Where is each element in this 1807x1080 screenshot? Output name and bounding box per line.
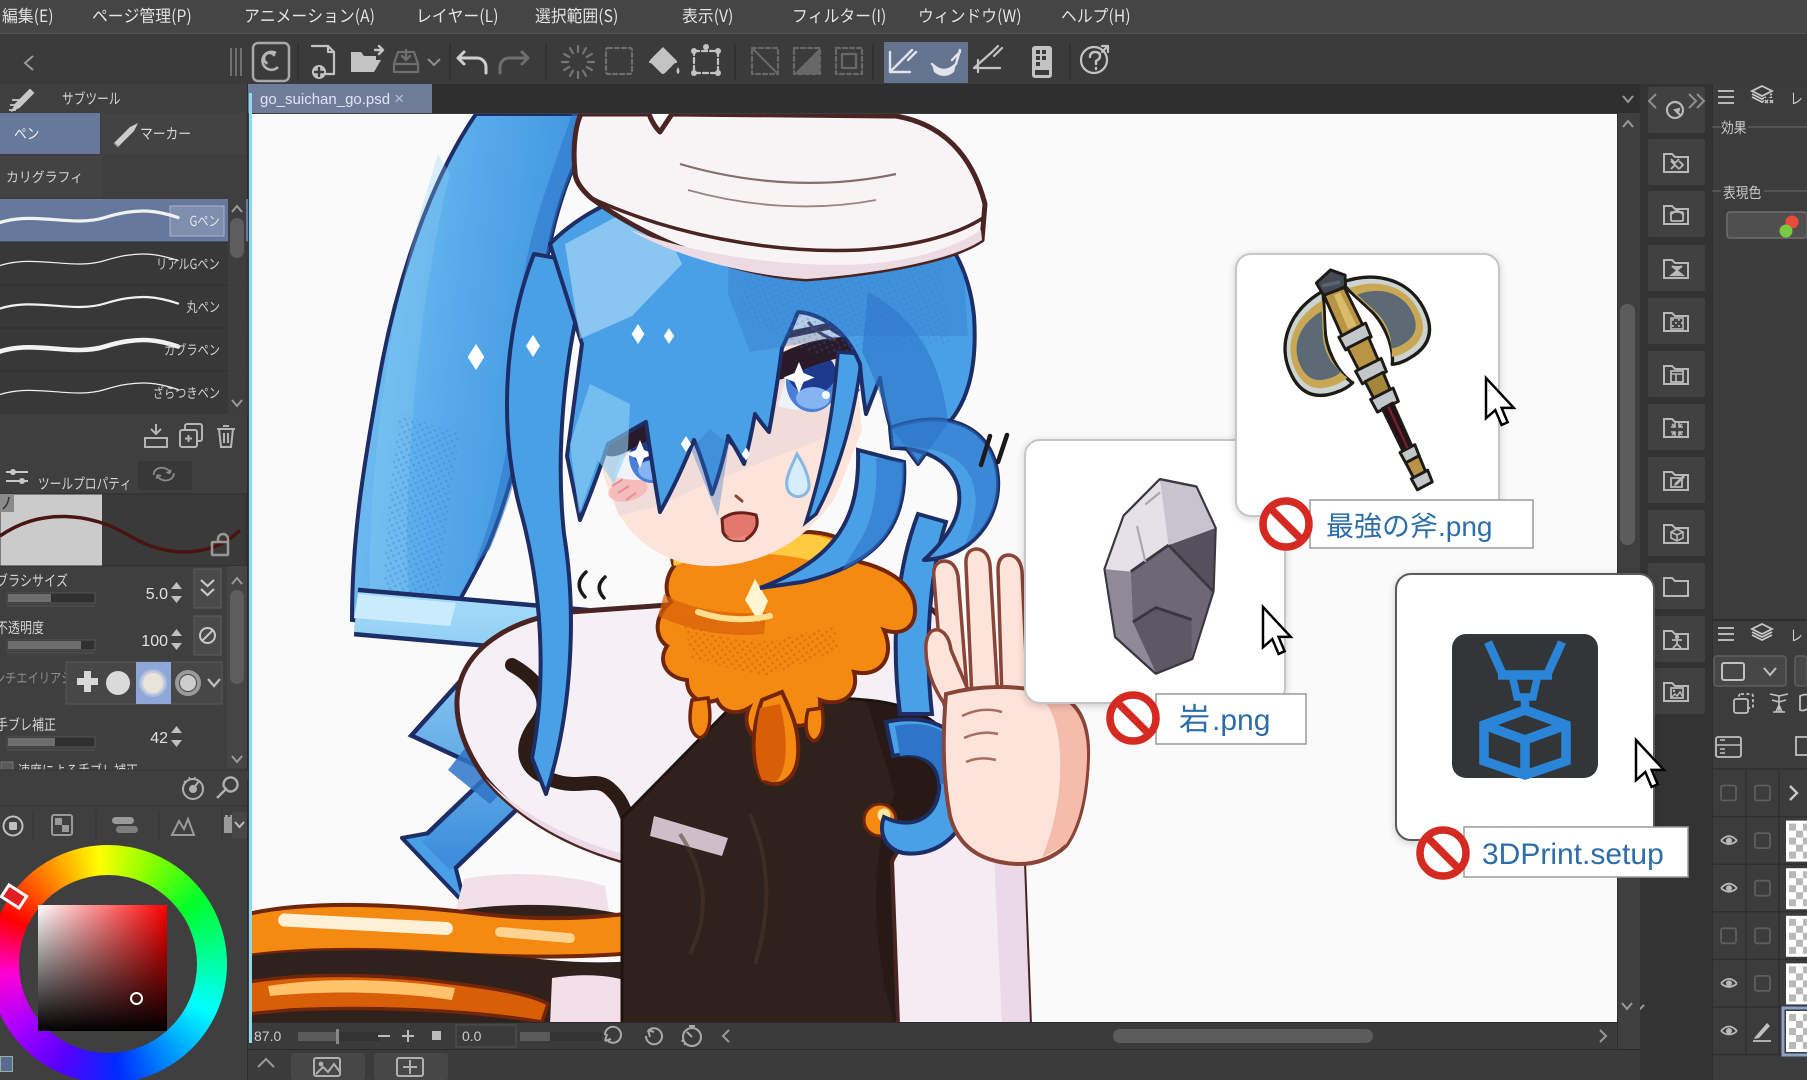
svg-text:3DPrint.setup: 3DPrint.setup (1482, 838, 1664, 871)
svg-text:.png: .png (1438, 511, 1493, 542)
svg-text:.png: .png (1212, 704, 1270, 737)
